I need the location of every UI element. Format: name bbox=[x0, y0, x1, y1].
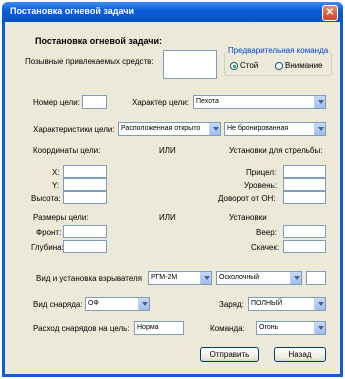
y-label: Y: bbox=[52, 181, 60, 190]
level-field[interactable] bbox=[283, 178, 326, 191]
chevron-down-icon[interactable] bbox=[138, 298, 149, 310]
target-characteristics-select-1[interactable]: Расположенная открыто bbox=[118, 122, 221, 136]
or-label-2: ИЛИ bbox=[159, 213, 176, 222]
target-number-field[interactable] bbox=[82, 95, 107, 109]
chevron-down-icon[interactable] bbox=[209, 123, 220, 135]
jump-label: Скачек: bbox=[251, 243, 280, 252]
target-characteristics-value-2: Не бронированная bbox=[227, 125, 289, 132]
height-field[interactable] bbox=[63, 191, 107, 204]
sight-label: Прицел: bbox=[246, 168, 277, 177]
fuse-setting-select[interactable]: Осколочный bbox=[216, 271, 302, 285]
target-character-select[interactable]: Пехота bbox=[193, 95, 326, 109]
jump-field[interactable] bbox=[283, 240, 326, 253]
preliminary-command-title: Предварительная команда bbox=[227, 46, 330, 55]
chevron-down-icon[interactable] bbox=[290, 272, 301, 284]
callsigns-field[interactable] bbox=[163, 50, 217, 79]
fuse-extra-field[interactable] bbox=[306, 271, 326, 285]
shell-type-value: ОФ bbox=[88, 300, 99, 307]
turn-label: Доворот от ОН: bbox=[218, 194, 276, 203]
y-field[interactable] bbox=[63, 178, 107, 191]
height-label: Высота: bbox=[31, 194, 61, 203]
firing-settings-title: Установки для стрельбы: bbox=[229, 146, 323, 155]
consumption-label: Расход снарядов на цель: bbox=[33, 324, 130, 333]
settings-title: Установки bbox=[229, 213, 267, 222]
fuse-type-select[interactable]: РГМ-2М bbox=[148, 271, 212, 285]
back-button[interactable]: Назад bbox=[274, 347, 326, 362]
fuse-type-value: РГМ-2М bbox=[151, 274, 178, 281]
radio-stop[interactable] bbox=[230, 62, 238, 70]
target-number-label: Номер цели: bbox=[33, 98, 80, 107]
target-character-label: Характер цели: bbox=[132, 98, 190, 107]
depth-field[interactable] bbox=[63, 240, 107, 253]
target-characteristics-label: Характеристики цели: bbox=[33, 125, 115, 134]
chevron-down-icon[interactable] bbox=[314, 96, 325, 108]
radio-attention[interactable] bbox=[275, 62, 283, 70]
shell-type-label: Вид снаряда: bbox=[33, 300, 83, 309]
fan-label: Веер: bbox=[256, 228, 277, 237]
fuse-setting-value: Осколочный bbox=[219, 274, 260, 281]
radio-stop-label[interactable]: Стой bbox=[240, 61, 258, 71]
fuse-label: Вид и установка взрывателя bbox=[36, 274, 143, 283]
fan-field[interactable] bbox=[283, 225, 326, 238]
command-label: Команда: bbox=[210, 324, 245, 333]
depth-label: Глубина: bbox=[31, 243, 64, 252]
target-character-value: Пехота bbox=[196, 98, 219, 105]
or-label-1: ИЛИ bbox=[159, 146, 176, 155]
charge-select[interactable]: ПОЛНЫЙ bbox=[248, 297, 326, 311]
form-heading: Постановка огневой задачи: bbox=[35, 36, 162, 46]
dialog-window: Постановка огневой задачи ✕ Постановка о… bbox=[2, 2, 343, 377]
close-icon[interactable]: ✕ bbox=[322, 5, 338, 21]
chevron-down-icon[interactable] bbox=[314, 322, 325, 334]
chevron-down-icon[interactable] bbox=[314, 298, 325, 310]
front-label: Фронт: bbox=[36, 228, 62, 237]
window-title: Постановка огневой задачи bbox=[10, 6, 134, 16]
callsigns-label: Позывные привлекаемых средств: bbox=[25, 57, 154, 66]
coords-title: Координаты цели: bbox=[33, 146, 101, 155]
radio-attention-label[interactable]: Внимание bbox=[285, 61, 323, 71]
charge-label: Заряд: bbox=[219, 300, 244, 309]
level-label: Уровень: bbox=[244, 181, 278, 190]
front-field[interactable] bbox=[63, 225, 107, 238]
turn-field[interactable] bbox=[283, 191, 326, 204]
sizes-title: Размеры цели: bbox=[33, 213, 89, 222]
shell-type-select[interactable]: ОФ bbox=[85, 297, 150, 311]
dialog-body: Постановка огневой задачи: Позывные прив… bbox=[5, 22, 340, 374]
x-label: X: bbox=[52, 168, 60, 177]
x-field[interactable] bbox=[63, 165, 107, 178]
command-value: Огонь bbox=[259, 324, 279, 331]
send-button[interactable]: Отправить bbox=[200, 347, 259, 362]
command-select[interactable]: Огонь bbox=[256, 321, 326, 335]
target-characteristics-value-1: Расположенная открыто bbox=[121, 125, 201, 132]
charge-value: ПОЛНЫЙ bbox=[251, 300, 283, 307]
title-bar[interactable]: Постановка огневой задачи ✕ bbox=[2, 2, 343, 22]
target-characteristics-select-2[interactable]: Не бронированная bbox=[224, 122, 326, 136]
chevron-down-icon[interactable] bbox=[200, 272, 211, 284]
chevron-down-icon[interactable] bbox=[314, 123, 325, 135]
sight-field[interactable] bbox=[283, 165, 326, 178]
consumption-field[interactable]: Норма bbox=[134, 321, 184, 335]
